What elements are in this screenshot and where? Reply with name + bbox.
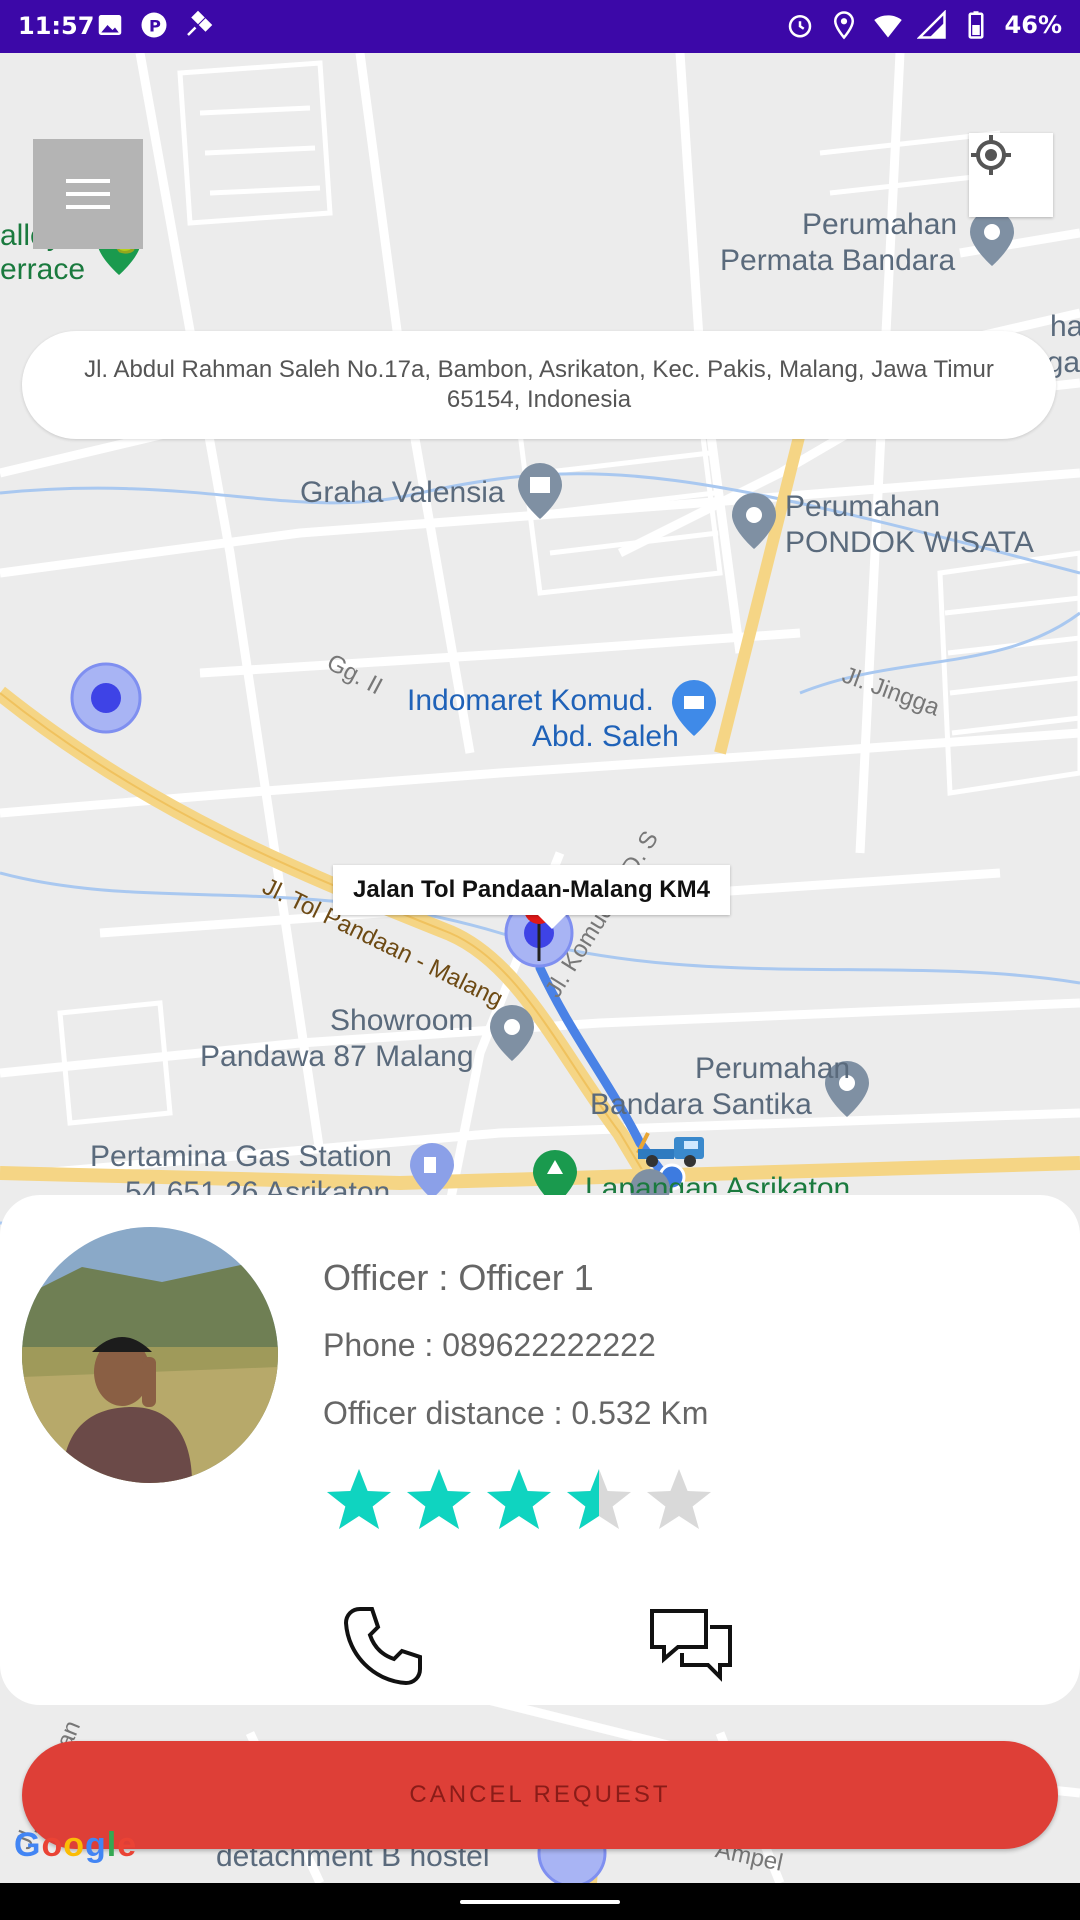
map-label-graha-valensia: Graha Valensia xyxy=(300,476,505,509)
crosshair-icon xyxy=(971,135,1011,175)
map-label-showroom: Pandawa 87 Malang xyxy=(200,1040,474,1073)
phone-icon xyxy=(343,1607,422,1686)
map-label-valley: errace xyxy=(0,253,86,286)
star-icon xyxy=(327,1469,391,1529)
museum-marker-icon[interactable] xyxy=(518,463,562,519)
p-app-icon: P xyxy=(141,12,167,38)
navigation-bar xyxy=(0,1883,1080,1920)
image-icon xyxy=(98,15,122,35)
star-icon xyxy=(407,1469,471,1529)
svg-text:P: P xyxy=(149,16,161,35)
map-label-showroom: Showroom xyxy=(330,1004,474,1037)
chat-icon xyxy=(650,1609,732,1682)
chat-button[interactable] xyxy=(648,1603,734,1689)
star-icon xyxy=(567,1469,631,1529)
place-marker-icon[interactable] xyxy=(732,493,776,549)
map-label-santika: Bandara Santika xyxy=(590,1088,812,1121)
officer-distance: Officer distance : 0.532 Km xyxy=(323,1395,709,1431)
status-bar: 11:57 P 46% xyxy=(0,0,1080,53)
officer-name: Officer : Officer 1 xyxy=(323,1257,594,1298)
wifi-icon xyxy=(873,15,902,38)
location-icon xyxy=(833,11,854,40)
map-label-edge: ha xyxy=(1050,310,1080,343)
my-location-button[interactable] xyxy=(969,133,1053,217)
status-time: 11:57 xyxy=(18,12,95,40)
map-label-indomaret: Abd. Saleh xyxy=(532,720,679,753)
rating-stars xyxy=(323,1465,715,1537)
satellite-icon xyxy=(187,10,213,36)
menu-icon xyxy=(66,179,110,183)
place-marker-icon[interactable] xyxy=(970,210,1014,266)
map-label-permata: Perumahan xyxy=(802,208,958,241)
call-button[interactable] xyxy=(340,1603,426,1689)
battery-text: 46% xyxy=(1004,11,1062,39)
officer-phone: Phone : 089622222222 xyxy=(323,1327,656,1363)
star-icon xyxy=(487,1469,551,1529)
star-icon xyxy=(647,1469,711,1529)
address-box[interactable]: Jl. Abdul Rahman Saleh No.17a, Bambon, A… xyxy=(22,331,1056,439)
map-label-santika: Perumahan xyxy=(695,1052,851,1085)
tow-truck-icon xyxy=(636,1132,704,1167)
menu-button[interactable] xyxy=(33,139,143,249)
pin-tooltip: Jalan Tol Pandaan-Malang KM4 xyxy=(333,865,730,929)
map-label-indomaret: Indomaret Komud. xyxy=(407,684,654,717)
google-logo: Google xyxy=(14,1826,138,1864)
place-marker-icon[interactable] xyxy=(490,1005,534,1061)
home-handle[interactable] xyxy=(460,1900,620,1904)
gas-station-marker-icon[interactable] xyxy=(410,1143,454,1199)
map-label-lapangan: Lapangan Asrikaton xyxy=(585,1172,851,1193)
signal-icon xyxy=(916,10,946,39)
cancel-request-button[interactable]: CANCEL REQUEST xyxy=(22,1741,1058,1849)
alarm-icon xyxy=(788,15,811,38)
map-label-pertamina: Pertamina Gas Station xyxy=(90,1140,392,1173)
officer-card: Officer : Officer 1 Phone : 089622222222… xyxy=(0,1195,1080,1705)
officer-avatar xyxy=(22,1227,278,1483)
battery-icon xyxy=(968,11,984,39)
map-label-permata: Permata Bandara xyxy=(720,244,956,277)
map-label-pondok: Perumahan xyxy=(785,490,941,523)
map-label-pondok: PONDOK WISATA xyxy=(785,526,1034,559)
